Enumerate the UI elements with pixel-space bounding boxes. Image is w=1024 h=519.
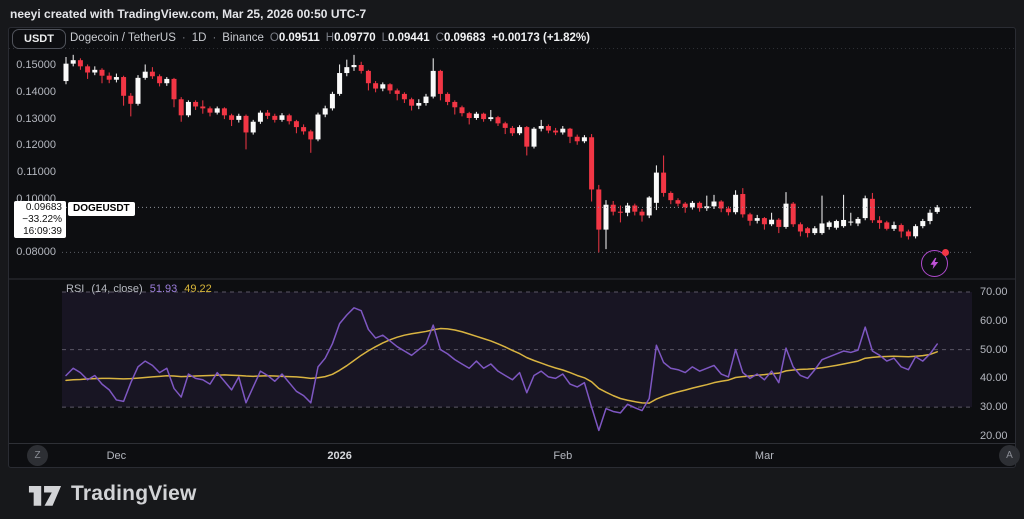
separator-dot: · bbox=[212, 32, 216, 44]
rsi-axis-label: 40.00 bbox=[980, 372, 1008, 384]
symbol-title[interactable]: Dogecoin / TetherUS bbox=[70, 32, 176, 44]
tradingview-logo-icon[interactable] bbox=[28, 480, 62, 507]
price-axis-label: 0.08000 bbox=[14, 246, 56, 258]
time-axis-label: Mar bbox=[755, 450, 774, 462]
price-axis-label: 0.12000 bbox=[14, 139, 56, 151]
symbol-price-line-label: DOGEUSDT bbox=[68, 202, 135, 216]
separator-dot: · bbox=[182, 32, 186, 44]
price-axis-label: 0.13000 bbox=[14, 113, 56, 125]
ohlc-open: O0.09511 bbox=[270, 32, 320, 44]
rsi-axis-label: 70.00 bbox=[980, 286, 1008, 298]
lightning-bolt-icon bbox=[927, 256, 942, 271]
time-axis-label: Feb bbox=[553, 450, 572, 462]
lightning-button[interactable] bbox=[921, 250, 948, 277]
rsi-axis-label: 60.00 bbox=[980, 315, 1008, 327]
time-axis-label: 2026 bbox=[327, 450, 351, 462]
ohlc-close: C0.09683 bbox=[436, 32, 486, 44]
rsi-name[interactable]: RSI bbox=[66, 283, 84, 295]
scroll-left-button[interactable]: Z bbox=[27, 445, 48, 466]
change-percent-value: −33.22% bbox=[18, 214, 62, 226]
rsi-axis-label: 20.00 bbox=[980, 430, 1008, 442]
bar-countdown: 16:09:39 bbox=[18, 226, 62, 238]
rsi-axis-label: 30.00 bbox=[980, 401, 1008, 413]
symbol-info-bar[interactable]: Dogecoin / TetherUS · 1D · Binance O0.09… bbox=[70, 28, 590, 48]
notification-dot bbox=[942, 249, 949, 256]
price-axis-label: 0.15000 bbox=[14, 59, 56, 71]
exchange-label: Binance bbox=[222, 32, 264, 44]
price-axis-label: 0.14000 bbox=[14, 86, 56, 98]
price-axis-label: 0.11000 bbox=[14, 166, 56, 178]
scroll-right-button[interactable]: A bbox=[999, 445, 1020, 466]
rsi-indicator-title[interactable]: RSI (14, close) 51.93 49.22 bbox=[66, 283, 212, 295]
rsi-ma-value: 49.22 bbox=[184, 283, 212, 295]
currency-button[interactable]: USDT bbox=[12, 29, 66, 49]
rsi-params: (14, close) bbox=[91, 283, 142, 295]
current-price-label: 0.09683 −33.22% 16:09:39 bbox=[14, 201, 66, 238]
attribution-text: neeyi created with TradingView.com, Mar … bbox=[10, 0, 366, 27]
current-price-value: 0.09683 bbox=[18, 202, 62, 214]
chart-widget bbox=[8, 27, 1016, 468]
tradingview-brand-text[interactable]: TradingView bbox=[71, 482, 197, 506]
time-axis-label: Dec bbox=[107, 450, 127, 462]
ohlc-high: H0.09770 bbox=[326, 32, 376, 44]
interval-label: 1D bbox=[192, 32, 207, 44]
ohlc-low: L0.09441 bbox=[382, 32, 430, 44]
change-value: +0.00173 (+1.82%) bbox=[492, 32, 590, 44]
footer-bar: TradingView bbox=[0, 468, 1024, 519]
rsi-value: 51.93 bbox=[150, 283, 178, 295]
rsi-axis-label: 50.00 bbox=[980, 344, 1008, 356]
